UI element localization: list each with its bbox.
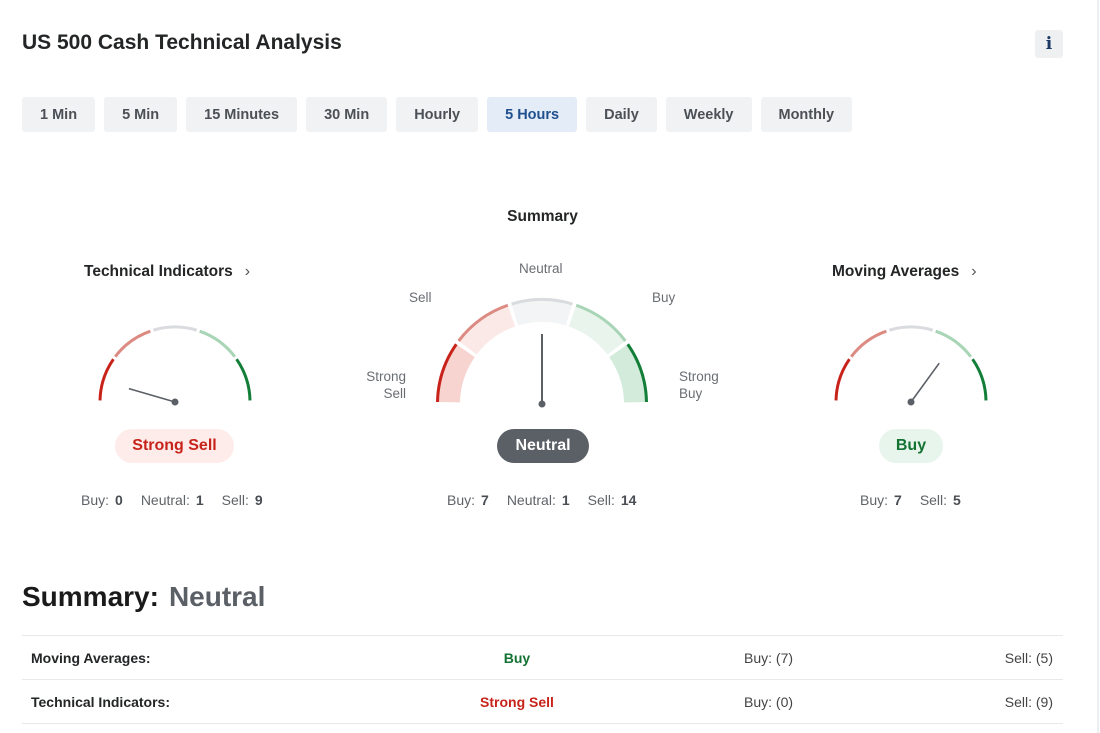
technical-indicators-title[interactable]: Technical Indicators › (84, 263, 250, 281)
tab-monthly[interactable]: Monthly (760, 97, 853, 132)
row-name: Technical Indicators: (31, 694, 170, 710)
summary-table: Moving Averages: Buy Buy: (7) Sell: (5) … (22, 635, 1063, 724)
moving-averages-title-label: Moving Averages (832, 263, 960, 280)
ti-sell-count: 9 (254, 492, 263, 508)
gauge-segment-buy (935, 329, 972, 358)
moving-averages-title[interactable]: Moving Averages › (832, 263, 977, 281)
gauge-segment-buy (575, 303, 627, 342)
gauge-label-buy: Buy (652, 290, 676, 305)
row-signal: Strong Sell (480, 694, 554, 710)
summary-gauge-heading: Summary (507, 208, 578, 225)
tab-1-min[interactable]: 1 Min (22, 97, 96, 132)
gauge-needle (910, 362, 940, 403)
tab-15-minutes[interactable]: 15 Minutes (186, 97, 298, 132)
row-buy-count: Buy: (0) (744, 694, 794, 710)
gauge-fill-strong-sell (436, 343, 476, 403)
chevron-right-icon: › (244, 263, 251, 280)
tab-daily[interactable]: Daily (586, 97, 657, 132)
row-name: Moving Averages: (31, 650, 151, 666)
page-right-border (1097, 0, 1099, 733)
technical-indicators-counts: Buy: 0 Neutral: 1 Sell: 9 (81, 492, 263, 508)
page-title: US 500 Cash Technical Analysis (22, 31, 342, 54)
sum-buy-count: 7 (481, 492, 489, 508)
gauge-label-neutral: Neutral (519, 261, 563, 276)
gauge-needle-pivot (907, 398, 915, 406)
info-button[interactable]: i (1035, 30, 1063, 58)
sum-neutral-label: Neutral: (506, 492, 556, 508)
row-buy-count: Buy: (7) (744, 650, 794, 666)
summary-result: Summary: Neutral (22, 581, 265, 613)
gauge-needle (128, 387, 176, 403)
summary-result-value: Neutral (168, 581, 266, 612)
technical-indicators-signal-badge: Strong Sell (115, 429, 234, 463)
gauge-segment-strong-buy (626, 343, 648, 403)
gauge-segment-strong-sell (436, 343, 458, 403)
table-row: Moving Averages: Buy Buy: (7) Sell: (5) (22, 635, 1063, 679)
ma-sell-count: 5 (953, 492, 961, 508)
timeframe-tabs: 1 Min 5 Min 15 Minutes 30 Min Hourly 5 H… (22, 97, 853, 132)
gauge-needle-pivot (538, 400, 546, 408)
gauge-fill-buy (568, 303, 627, 355)
gauge-segment-sell (457, 303, 509, 342)
gauge-label-strong-sell: Strong Sell (366, 369, 406, 401)
summary-result-label: Summary: (22, 581, 159, 612)
gauge-segment-sell (114, 329, 151, 358)
gauge-segment-neutral (888, 325, 934, 332)
ti-neutral-label: Neutral: (140, 492, 190, 508)
gauge-segment-strong-sell (98, 358, 115, 401)
summary-signal-badge: Neutral (497, 429, 589, 463)
ti-neutral-count: 1 (195, 492, 204, 508)
ma-buy-label: Buy: (860, 492, 889, 508)
tab-weekly[interactable]: Weekly (665, 97, 752, 132)
technical-indicators-title-label: Technical Indicators (84, 263, 233, 280)
sum-sell-count: 14 (620, 492, 637, 508)
row-sell-count: Sell: (5) (1004, 650, 1053, 666)
moving-averages-counts: Buy: 7 Sell: 5 (860, 492, 961, 508)
ti-buy-count: 0 (115, 492, 123, 508)
gauge-fill-strong-buy (608, 343, 648, 403)
gauge-segment-strong-buy (235, 358, 252, 401)
gauge-segment-strong-sell (834, 358, 851, 401)
gauge-segment-buy (199, 329, 236, 358)
moving-averages-signal-badge: Buy (879, 429, 943, 463)
tab-5-hours[interactable]: 5 Hours (487, 97, 578, 132)
tab-30-min[interactable]: 30 Min (306, 97, 388, 132)
ma-sell-label: Sell: (919, 492, 948, 508)
row-sell-count: Sell: (9) (1004, 694, 1053, 710)
tab-hourly[interactable]: Hourly (396, 97, 479, 132)
summary-counts: Buy: 7 Neutral: 1 Sell: 14 (447, 492, 636, 508)
chevron-right-icon: › (971, 263, 977, 280)
gauge-segment-strong-buy (971, 358, 988, 401)
gauge-label-strong-buy: Strong Buy (679, 369, 719, 401)
gauge-fill-sell (457, 303, 516, 355)
gauge-segment-sell (850, 329, 887, 358)
sum-sell-label: Sell: (587, 492, 615, 508)
gauge-needle-pivot (171, 398, 179, 406)
ti-sell-label: Sell: (221, 492, 249, 508)
gauge-fill-neutral (511, 298, 573, 326)
tab-5-min[interactable]: 5 Min (104, 97, 178, 132)
ma-buy-count: 7 (894, 492, 902, 508)
row-signal: Buy (503, 650, 531, 666)
gauge-segment-neutral (511, 297, 573, 306)
sum-buy-label: Buy: (447, 492, 476, 508)
table-row: Technical Indicators: Strong Sell Buy: (… (22, 679, 1063, 724)
gauge-segment-neutral (152, 325, 198, 332)
sum-neutral-count: 1 (561, 492, 570, 508)
gauge-label-sell: Sell (409, 290, 432, 305)
ti-buy-label: Buy: (81, 492, 110, 508)
